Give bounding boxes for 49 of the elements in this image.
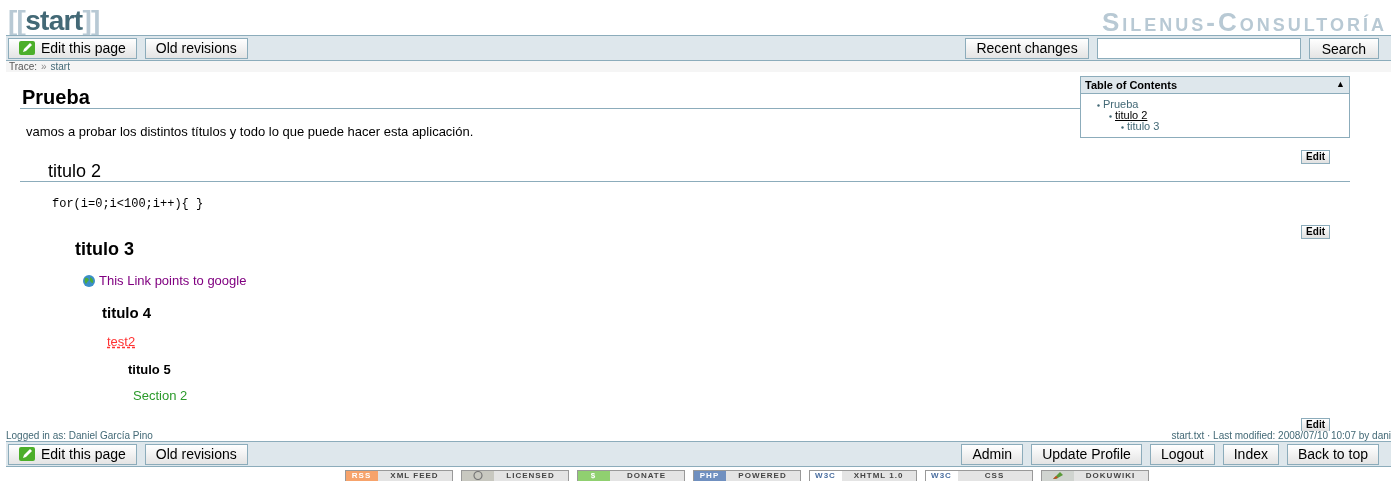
edit-button[interactable]: Edit (1301, 225, 1330, 239)
code-line: for(i=0;i<100;i++){ } (52, 197, 204, 211)
toolbar-button[interactable]: Update Profile (1031, 443, 1142, 465)
footer-badge[interactable]: DOKUWIKI (1040, 469, 1149, 481)
footer-badge[interactable]: RSS XML FEED (344, 469, 453, 481)
section-heading: titulo 3 (75, 239, 134, 259)
section-heading: Prueba (22, 86, 90, 108)
pencil-icon (19, 41, 35, 55)
section-heading: titulo 4 (102, 304, 152, 321)
toolbar-button[interactable]: Admin (961, 443, 1024, 465)
bullet-icon (1119, 123, 1126, 131)
bullet-icon (1107, 112, 1114, 120)
toolbar-button[interactable]: Recent changes (965, 37, 1089, 59)
toolbar-button[interactable]: Edit this page (8, 443, 137, 465)
toc-link[interactable]: titulo 3 (1119, 120, 1160, 132)
toolbar-button[interactable]: Back to top (1286, 443, 1379, 465)
doc-info: start.txt · Last modified: 2008/07/10 10:07 by dani (1171, 431, 1391, 441)
external-link[interactable]: This Link points to google (82, 273, 247, 289)
footer-badge[interactable]: W3C CSS (924, 469, 1033, 481)
section-link[interactable]: Section 2 (133, 388, 188, 403)
trace-link[interactable]: start (50, 61, 70, 72)
toolbar-button[interactable]: Edit this page (8, 37, 137, 59)
toc-link[interactable]: Prueba (1095, 98, 1139, 110)
toolbar-button[interactable]: Old revisions (144, 37, 248, 59)
toc-link[interactable]: titulo 2 (1107, 109, 1148, 121)
trace-separator: » (40, 61, 47, 72)
footer-badge[interactable]: PHP POWERED (692, 469, 801, 481)
edit-button[interactable]: Edit (1301, 418, 1330, 431)
toc-toggle[interactable]: ▲ (1336, 78, 1345, 92)
site-name: Silenus-Consultoría (1101, 9, 1388, 35)
logged-in-text: Logged in as: Daniel García Pino (6, 431, 153, 441)
globe-icon (82, 274, 96, 288)
toolbar-button[interactable]: Index (1222, 443, 1279, 465)
section-heading: titulo 2 (48, 161, 102, 181)
section-heading: titulo 5 (128, 362, 171, 377)
bullet-icon (1095, 101, 1102, 109)
paragraph: vamos a probar los distintos títulos y todo lo que puede hacer esta aplicación. (26, 124, 474, 139)
pencil-icon (19, 447, 35, 461)
toc-title: Table of Contents (1085, 77, 1178, 93)
toolbar-button[interactable]: Logout (1149, 443, 1215, 465)
toolbar-button[interactable]: Old revisions (144, 443, 248, 465)
footer-badge[interactable]: LICENSED (460, 469, 569, 481)
edit-button[interactable]: Edit (1301, 150, 1330, 164)
missing-page-link[interactable]: test2 (107, 334, 136, 349)
search-field[interactable] (1096, 37, 1301, 59)
trace-label: Trace: (9, 61, 37, 72)
search-button[interactable]: Search (1308, 37, 1379, 59)
footer-badge[interactable]: $ DONATE (576, 469, 685, 481)
footer-badge[interactable]: W3C XHTML 1.0 (808, 469, 917, 481)
